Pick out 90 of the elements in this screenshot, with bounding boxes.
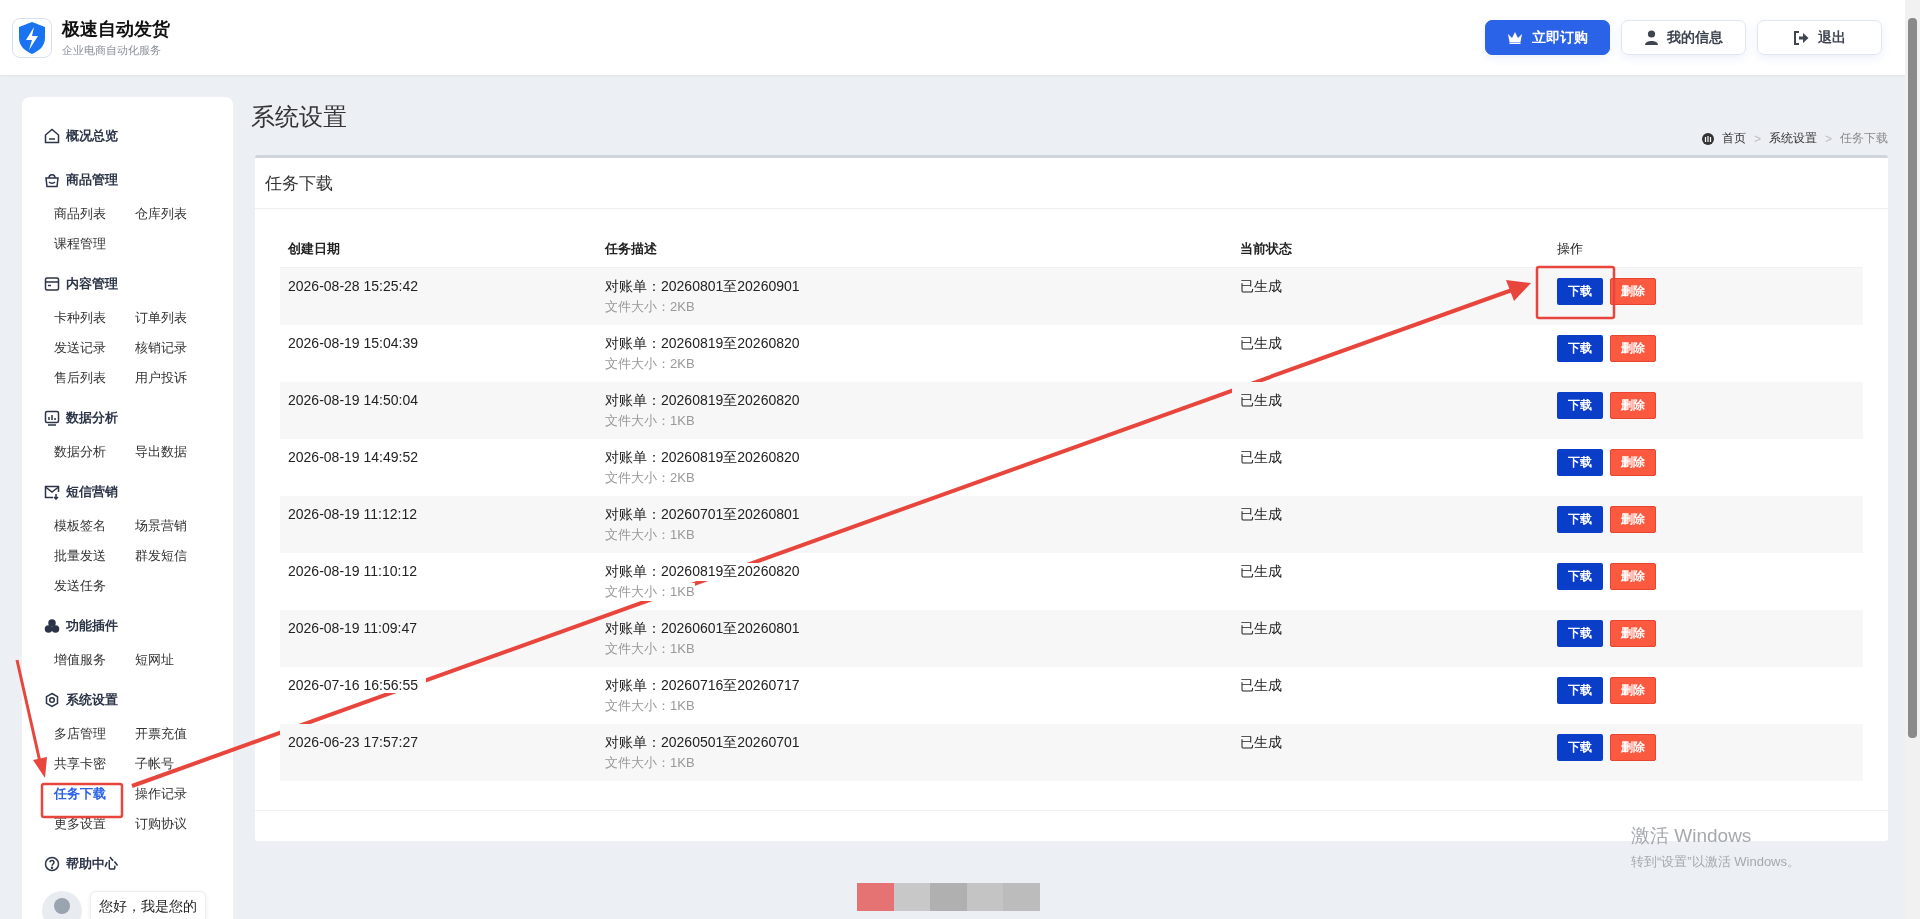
- file-size: 文件大小：1KB: [605, 583, 695, 601]
- sidebar-link[interactable]: 课程管理: [54, 229, 135, 259]
- breadcrumb-link[interactable]: 首页: [1721, 130, 1746, 147]
- download-button[interactable]: 下载: [1557, 506, 1603, 533]
- sidebar-link[interactable]: 订购协议: [135, 809, 216, 839]
- sidebar-section-title[interactable]: 功能插件: [66, 617, 118, 635]
- sidebar-section-title[interactable]: 数据分析: [66, 409, 118, 427]
- sidebar-link[interactable]: 核销记录: [135, 333, 216, 363]
- download-button[interactable]: 下载: [1557, 392, 1603, 419]
- activation-notice-title: 激活 Windows: [1631, 824, 1753, 848]
- sidebar-link[interactable]: 仓库列表: [135, 199, 216, 229]
- sidebar-link[interactable]: 任务下载: [54, 779, 135, 809]
- task-description: 对账单：20260601至20260801: [605, 620, 800, 638]
- panel-title: 任务下载: [265, 172, 333, 195]
- file-size: 文件大小：1KB: [605, 754, 695, 772]
- sidebar-link[interactable]: 操作记录: [135, 779, 216, 809]
- logout-icon: [1793, 30, 1809, 45]
- breadcrumb-link[interactable]: 系统设置: [1769, 130, 1817, 147]
- sidebar-section-title[interactable]: 系统设置: [66, 691, 118, 709]
- sidebar-link[interactable]: 用户投诉: [135, 363, 216, 393]
- task-description: 对账单：20260801至20260901: [605, 278, 800, 296]
- sidebar-link[interactable]: 商品列表: [54, 199, 135, 229]
- file-size: 文件大小：2KB: [605, 298, 695, 316]
- sidebar-link[interactable]: 多店管理: [54, 719, 135, 749]
- sidebar-section-title[interactable]: 帮助中心: [66, 855, 118, 873]
- chart-icon: [44, 410, 60, 426]
- download-button[interactable]: 下载: [1557, 677, 1603, 704]
- logo-icon: [12, 17, 52, 58]
- cluster-icon: [44, 618, 60, 634]
- sidebar-link[interactable]: 群发短信: [135, 541, 216, 571]
- sidebar-link[interactable]: 导出数据: [135, 437, 216, 467]
- sidebar-link[interactable]: 共享卡密: [54, 749, 135, 779]
- download-button[interactable]: 下载: [1557, 449, 1603, 476]
- file-size: 文件大小：1KB: [605, 526, 695, 544]
- sidebar-link[interactable]: 售后列表: [54, 363, 135, 393]
- user-icon: [1644, 30, 1658, 45]
- sidebar-section-title[interactable]: 短信营销: [66, 483, 118, 501]
- task-description: 对账单：20260819至20260820: [605, 392, 800, 410]
- sidebar-section-title[interactable]: 内容管理: [66, 275, 118, 293]
- download-button[interactable]: 下载: [1557, 734, 1603, 761]
- sidebar-link[interactable]: 子帐号: [135, 749, 216, 779]
- sidebar-section-title[interactable]: 商品管理: [66, 171, 118, 189]
- sidebar-section-title[interactable]: 概况总览: [66, 127, 118, 145]
- sidebar-link[interactable]: 批量发送: [54, 541, 135, 571]
- task-description: 对账单：20260716至20260717: [605, 677, 800, 695]
- file-size: 文件大小：2KB: [605, 355, 695, 373]
- download-button[interactable]: 下载: [1557, 278, 1603, 305]
- sidebar-link[interactable]: 场景营销: [135, 511, 216, 541]
- sidebar-link[interactable]: 增值服务: [54, 645, 135, 675]
- task-description: 对账单：20260819至20260820: [605, 335, 800, 353]
- task-description: 对账单：20260819至20260820: [605, 563, 800, 581]
- sidebar-link[interactable]: 订单列表: [135, 303, 216, 333]
- task-description: 对账单：20260501至20260701: [605, 734, 800, 752]
- crown-icon: [1507, 31, 1523, 44]
- card-icon: [44, 276, 60, 292]
- sidebar-link[interactable]: 数据分析: [54, 437, 135, 467]
- sidebar-link[interactable]: 短网址: [135, 645, 216, 675]
- scrollbar[interactable]: [1905, 0, 1920, 919]
- file-size: 文件大小：2KB: [605, 469, 695, 487]
- avatar-icon: [42, 891, 82, 919]
- bag-icon: [44, 172, 60, 188]
- download-button[interactable]: 下载: [1557, 620, 1603, 647]
- activation-notice-text: 转到“设置”以激活 Windows。: [1631, 853, 1800, 871]
- sidebar-link[interactable]: 卡种列表: [54, 303, 135, 333]
- subscribe-button[interactable]: 立即订购: [1485, 20, 1610, 55]
- sidebar-link[interactable]: 更多设置: [54, 809, 135, 839]
- file-size: 文件大小：1KB: [605, 697, 695, 715]
- app-name: 极速自动发货: [62, 18, 170, 41]
- task-description: 对账单：20260819至20260820: [605, 449, 800, 467]
- download-button[interactable]: 下载: [1557, 335, 1603, 362]
- breadcrumb-separator: >: [1825, 131, 1832, 146]
- page-title: 系统设置: [251, 102, 347, 132]
- breadcrumb-separator: >: [1753, 131, 1761, 146]
- task-description: 对账单：20260701至20260801: [605, 506, 800, 524]
- profile-button[interactable]: 我的信息: [1621, 20, 1746, 55]
- logout-button[interactable]: 退出: [1757, 20, 1882, 55]
- sidebar-link[interactable]: 发送任务: [54, 571, 135, 601]
- sidebar-link[interactable]: 模板签名: [54, 511, 135, 541]
- help-icon: [44, 856, 60, 872]
- app-tagline: 企业电商自动化服务: [62, 43, 162, 58]
- settings-icon: [44, 692, 60, 708]
- file-size: 文件大小：1KB: [605, 412, 695, 430]
- home-icon: [44, 128, 60, 144]
- file-size: 文件大小：1KB: [605, 640, 695, 658]
- sidebar-link[interactable]: 发送记录: [54, 333, 135, 363]
- mail-icon: [44, 484, 60, 500]
- sidebar-link[interactable]: 开票充值: [135, 719, 216, 749]
- dashboard-icon: [1701, 132, 1714, 145]
- download-button[interactable]: 下载: [1557, 563, 1603, 590]
- chat-bubble: 您好，我是您的: [90, 891, 206, 919]
